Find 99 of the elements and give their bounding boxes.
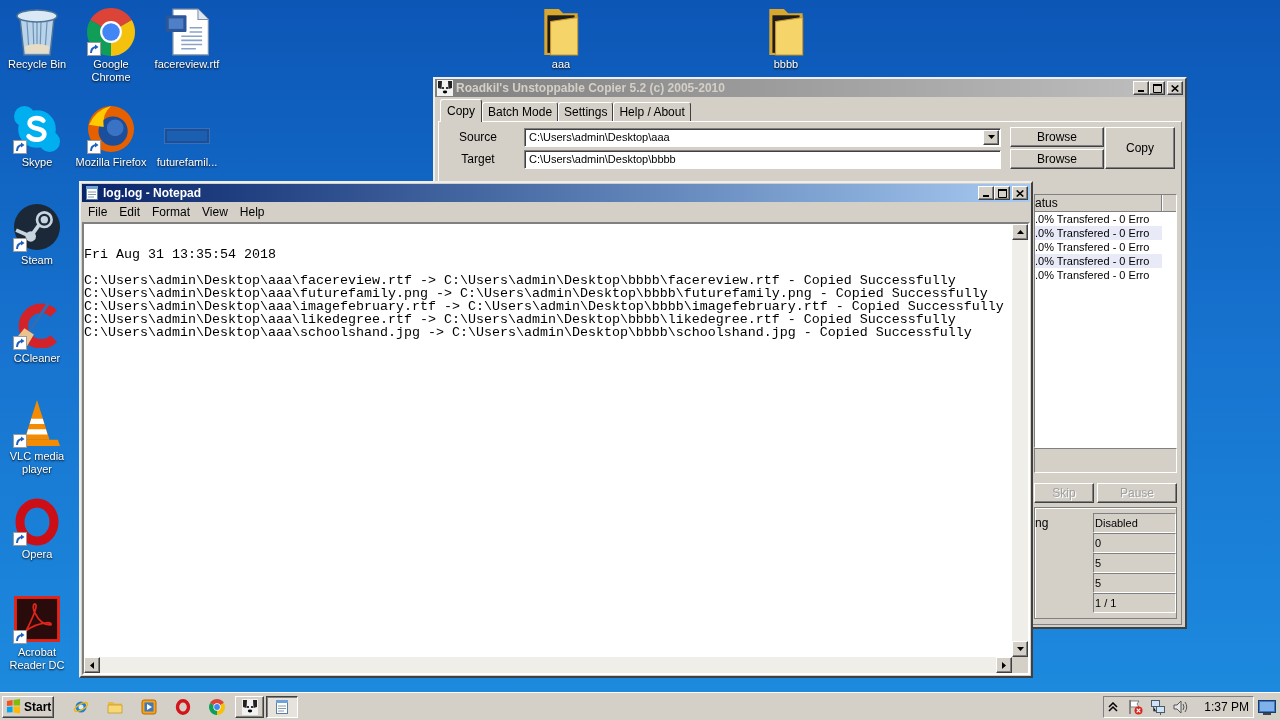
close-icon (1171, 84, 1179, 92)
desktop-icon-label[interactable]: futurefamil... (156, 156, 218, 169)
trash-bin-icon[interactable] (13, 8, 61, 56)
notepad-icon (84, 185, 100, 201)
close-button[interactable] (1012, 186, 1028, 200)
network-icon[interactable] (1150, 698, 1167, 715)
scroll-down-button[interactable] (1012, 641, 1028, 657)
arrow-up-icon (1016, 230, 1024, 234)
log-line: C:\Users\admin\Desktop\aaa\imagefebruary.rtf -> C:\Users\admin\Desktop\bbbb\imagefebruary.rtf - Copied Successfully (84, 300, 1005, 313)
start-button[interactable]: Start (2, 695, 54, 718)
browse-button[interactable]: Browse (1010, 149, 1104, 169)
target-field[interactable]: C:\Users\admin\Desktop\bbbb (524, 149, 1001, 169)
word-document-icon[interactable] (163, 8, 211, 56)
speaker-icon[interactable] (1173, 698, 1190, 715)
arrow-left-icon (90, 661, 94, 669)
log-line: C:\Users\admin\Desktop\aaa\schoolshand.jpg -> C:\Users\admin\Desktop\bbbb\schoolshand.jpg - Copied Successfully (84, 326, 973, 339)
chrome-logo-icon[interactable] (208, 698, 225, 715)
arrow-right-icon (1002, 661, 1006, 669)
list-row[interactable]: .0% Transfered - 0 Erro (1035, 254, 1162, 268)
scroll-right-button[interactable] (996, 657, 1012, 673)
horizontal-scrollbar[interactable] (84, 657, 1012, 673)
option-value: 0 (1093, 533, 1176, 553)
desktop-icon-label[interactable]: Recycle Bin (7, 58, 67, 71)
windows-flag-icon (6, 699, 21, 714)
desktop-icon-label[interactable]: Acrobat Reader DC (0, 646, 74, 672)
dog-face-icon (241, 698, 258, 715)
chrome-logo-icon[interactable] (87, 8, 135, 56)
log-line: C:\Users\admin\Desktop\aaa\facereview.rtf -> C:\Users\admin\Desktop\bbbb\facereview.rtf - Copied Successfully (84, 274, 956, 287)
maximize-button[interactable] (1149, 81, 1165, 95)
desktop-icon-label[interactable]: Opera (21, 548, 53, 561)
scroll-left-button[interactable] (84, 657, 100, 673)
desktop-icon-label[interactable]: Mozilla Firefox (75, 156, 147, 169)
close-icon (1016, 189, 1024, 197)
chevron-up-icon[interactable] (1107, 701, 1120, 712)
desktop-icon-label[interactable]: Google Chrome (74, 58, 148, 84)
minimize-button[interactable] (978, 186, 994, 200)
copy-button[interactable]: Copy (1105, 127, 1175, 169)
steam-logo-icon[interactable] (14, 204, 60, 250)
flag-icon[interactable] (1127, 698, 1144, 715)
list-row[interactable]: .0% Transfered - 0 Erro (1035, 226, 1162, 240)
option-value: 1 / 1 (1093, 593, 1176, 613)
option-value: 5 (1093, 573, 1176, 593)
browse-button[interactable]: Browse (1010, 127, 1104, 147)
menu-item[interactable]: File (82, 204, 114, 221)
vertical-scrollbar[interactable] (1012, 224, 1028, 657)
menu-item[interactable]: Format (146, 204, 197, 221)
field-label: Target (460, 152, 496, 166)
option-value: Disabled (1093, 513, 1176, 533)
source-combobox[interactable]: C:\Users\admin\Desktop\aaa (524, 127, 1001, 147)
folder-icon[interactable] (541, 8, 581, 56)
column-header[interactable] (1162, 195, 1176, 212)
desktop-icon-label[interactable]: aaa (551, 58, 571, 71)
menu-item[interactable]: Help (233, 204, 271, 221)
caret-down-icon (987, 135, 995, 139)
media-player-icon[interactable] (140, 698, 157, 715)
menu-item[interactable]: View (196, 204, 234, 221)
log-line: Fri Aug 31 13:35:54 2018 (84, 248, 277, 261)
log-line: C:\Users\admin\Desktop\aaa\likedegree.rtf -> C:\Users\admin\Desktop\bbbb\likedegree.rtf - Copied Successfully (84, 313, 956, 326)
dropdown-button[interactable] (983, 129, 999, 145)
scroll-up-button[interactable] (1012, 224, 1028, 240)
clock-time[interactable]: 1:37 PM (1204, 699, 1249, 714)
dog-face-icon (437, 80, 453, 96)
option-label: ng (1035, 515, 1050, 532)
desktop-icon-label[interactable]: Skype (21, 156, 53, 169)
minimize-icon (1138, 90, 1144, 92)
maximize-button[interactable] (994, 186, 1010, 200)
maximize-icon (1152, 83, 1162, 93)
minimize-icon (983, 195, 989, 197)
menu-item[interactable]: Edit (113, 204, 147, 221)
skype-logo-icon[interactable] (14, 106, 60, 152)
acrobat-logo-icon[interactable] (14, 596, 60, 642)
show-desktop-icon[interactable] (1257, 697, 1277, 716)
window-title: log.log - Notepad (103, 185, 201, 202)
tab[interactable]: Settings (558, 102, 614, 121)
close-button[interactable] (1167, 81, 1183, 95)
opera-logo-icon[interactable] (15, 498, 59, 546)
tab[interactable]: Batch Mode (482, 102, 559, 121)
field-label: Source (458, 130, 498, 144)
desktop-icon-label[interactable]: VLC media player (0, 450, 74, 476)
maximize-icon (997, 188, 1007, 198)
desktop-icon-label[interactable]: Steam (21, 254, 53, 267)
window-title: Roadkil's Unstoppable Copier 5.2 (c) 2005-2010 (456, 80, 725, 97)
opera-logo-icon[interactable] (174, 698, 191, 715)
column-header[interactable]: atus (1035, 195, 1162, 212)
taskbar-button[interactable] (266, 695, 298, 718)
tab[interactable]: Help / About (613, 102, 691, 121)
desktop-icon-label[interactable]: facereview.rtf (154, 58, 220, 71)
minimize-button[interactable] (1133, 81, 1149, 95)
scrollbar-corner (1012, 657, 1028, 673)
arrow-down-icon (1016, 647, 1024, 651)
desktop-icon-label[interactable]: CCleaner (13, 352, 61, 365)
folder-icon[interactable] (766, 8, 806, 56)
tab[interactable]: Copy (440, 99, 482, 122)
notepad-icon (274, 698, 290, 715)
firefox-logo-icon[interactable] (88, 106, 134, 152)
log-line: C:\Users\admin\Desktop\aaa\futurefamily.png -> C:\Users\admin\Desktop\bbbb\futurefamily.png - Copied Successfully (84, 287, 988, 300)
desktop-icon-label[interactable]: bbbb (773, 58, 799, 71)
file-list[interactable]: atus .0% Transfered - 0 Erro .0% Transfered - 0 Erro .0% Transfered - 0 Erro .0% Transfered - 0 Erro .0% Transfered - 0 Erro (1034, 194, 1177, 448)
option-value: 5 (1093, 553, 1176, 573)
